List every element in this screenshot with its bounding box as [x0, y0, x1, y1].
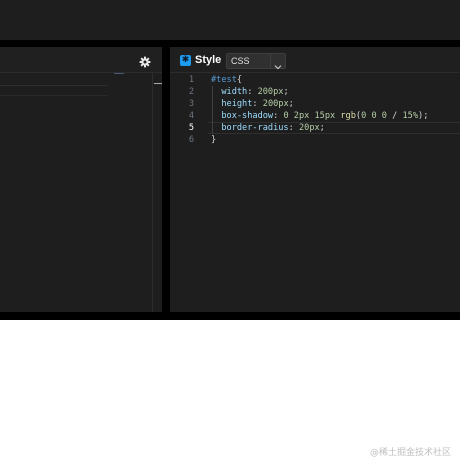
overview-ruler-cursor [154, 83, 162, 84]
code-token: 200px [257, 87, 284, 97]
language-selected-value: CSS [231, 56, 250, 66]
editor-line-guide [0, 95, 108, 96]
code-token: { [236, 75, 243, 85]
code-token: #test [211, 75, 237, 85]
code-token: 20px [298, 123, 320, 133]
code-line[interactable]: 4 box-shadow: 0 2px 15px rgb(0 0 0 / 15%… [170, 110, 460, 122]
line-number: 6 [188, 135, 194, 145]
code-line[interactable]: 1 #test{ [170, 74, 460, 86]
code-text: border-radius: 20px; [211, 122, 325, 134]
code-token: 15% [402, 111, 419, 121]
code-token: ; [319, 123, 325, 133]
style-pane-header: ✱ Style CSS [170, 47, 460, 73]
code-token: 0 2px 15px [283, 111, 341, 121]
code-token: 200px [262, 99, 289, 109]
line-number: 4 [188, 111, 194, 121]
code-token: : [252, 99, 263, 109]
code-token: ); [418, 111, 429, 121]
left-pane-header [0, 47, 162, 73]
line-number: 5 [188, 123, 194, 133]
code-editor[interactable]: 1 #test{2 width: 200px; 3 height: 200px; 4 … [170, 72, 460, 312]
language-select[interactable]: CSS [226, 53, 286, 70]
line-number: 2 [188, 87, 194, 97]
chevron-down-icon[interactable] [274, 56, 282, 70]
code-token: rgb [340, 111, 356, 121]
code-token: 0 0 0 [361, 111, 387, 121]
code-token: : [273, 111, 284, 121]
code-token: border-radius [211, 123, 289, 133]
style-icon: ✱ [180, 55, 191, 66]
code-token: ; [283, 87, 289, 97]
code-line[interactable]: 6} [170, 134, 460, 146]
code-token: height [211, 99, 253, 109]
code-text: } [211, 134, 216, 146]
code-text: width: 200px; [211, 86, 289, 98]
style-editor-pane[interactable]: ✱ Style CSS 1 #test{2 width: 200px; 3 heig… [170, 47, 460, 312]
code-token: box-shadow [211, 111, 274, 121]
code-line[interactable]: 5 border-radius: 20px; [170, 122, 460, 134]
watermark-text: @稀土掘金技术社区 [370, 448, 452, 458]
code-text: box-shadow: 0 2px 15px rgb(0 0 0 / 15%); [211, 110, 428, 122]
line-number: 3 [188, 99, 194, 109]
code-token: ; [288, 99, 294, 109]
code-text: height: 200px; [211, 98, 294, 110]
code-token: : [247, 87, 258, 97]
code-token: } [211, 135, 217, 145]
code-line[interactable]: 2 width: 200px; [170, 86, 460, 98]
select-divider [270, 54, 271, 68]
code-line[interactable]: 3 height: 200px; [170, 98, 460, 110]
playground-app: ✱ Style CSS 1 #test{2 width: 200px; 3 heig… [0, 0, 460, 320]
code-token: width [211, 87, 248, 97]
code-token: / [386, 111, 403, 121]
line-number: 1 [188, 75, 194, 85]
code-token: : [288, 123, 299, 133]
left-editor-pane[interactable] [0, 47, 162, 312]
code-text: #test{ [211, 74, 242, 86]
top-bar [0, 0, 460, 40]
vertical-scrollbar[interactable] [152, 73, 153, 312]
pane-title: Style [195, 54, 222, 66]
gear-icon[interactable] [139, 53, 151, 68]
minimap-marker [114, 73, 124, 77]
editor-line-guide [0, 85, 108, 86]
